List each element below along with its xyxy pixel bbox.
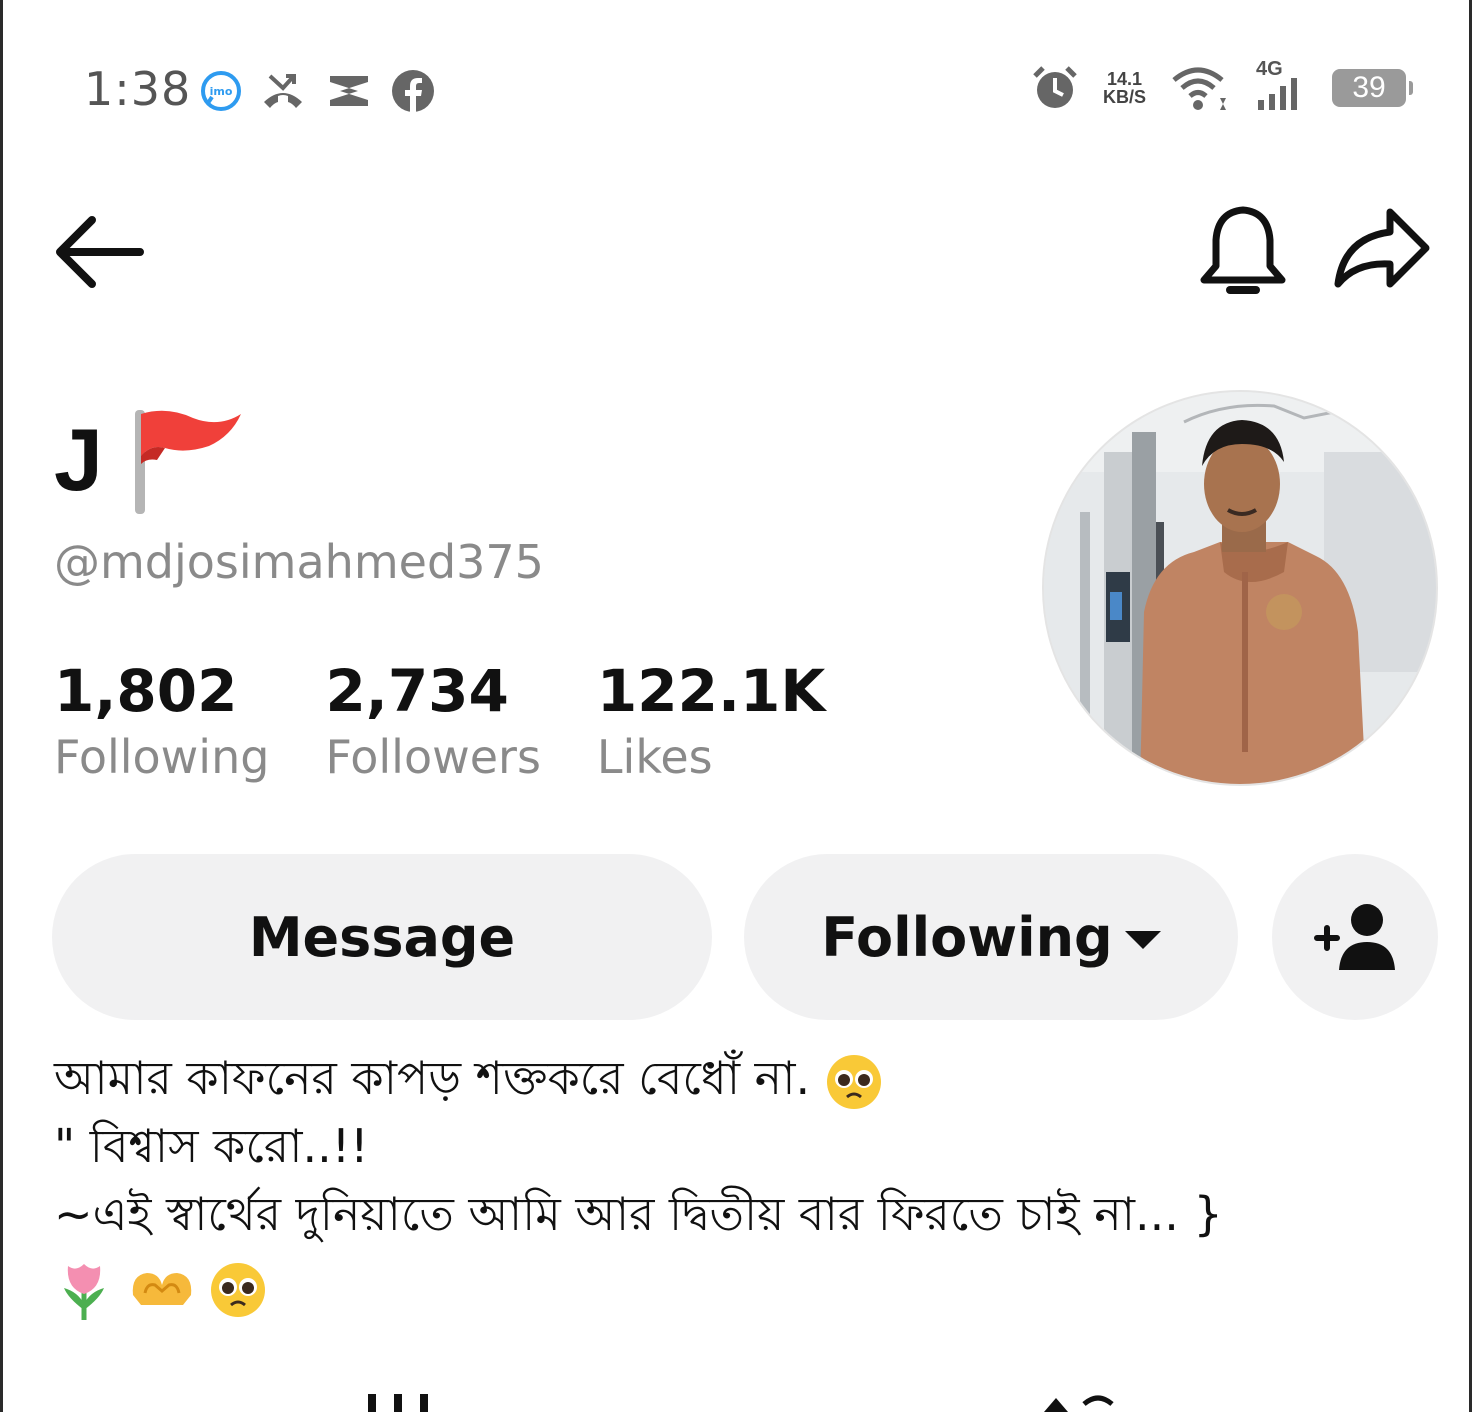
bio-line-4 — [54, 1252, 1434, 1322]
username: @mdjosimahmed375 — [54, 535, 544, 589]
chevron-down-icon — [1124, 931, 1161, 949]
capcut-icon — [330, 76, 368, 106]
followers-count: 2,734 — [325, 657, 509, 725]
following-count: 1,802 — [54, 657, 238, 725]
svg-text:imo: imo — [210, 85, 233, 98]
signal-icon — [1258, 78, 1297, 110]
pleading-face-icon — [211, 1262, 266, 1317]
share-button[interactable] — [1332, 204, 1432, 300]
notifications-button[interactable] — [1196, 204, 1290, 304]
liked-tab-icon[interactable] — [1040, 1390, 1120, 1412]
status-bar: 1:38 imo 14.1 KB/S 4G 39 — [0, 0, 1472, 190]
avatar[interactable] — [1042, 390, 1438, 786]
missed-call-icon — [264, 74, 302, 108]
battery-level: 39 — [1352, 71, 1386, 104]
network-speed-value: 14.1 — [1106, 69, 1143, 89]
status-right: 14.1 KB/S 4G 39 — [1031, 58, 1413, 112]
imo-icon: imo — [201, 71, 241, 111]
facebook-icon — [392, 70, 434, 112]
network-speed: 14.1 KB/S — [1103, 70, 1146, 106]
network-speed-unit: KB/S — [1102, 87, 1146, 107]
profile-stats: 1,802 Following 2,734 Followers 122.1K L… — [54, 655, 881, 787]
videos-tab-icon[interactable] — [364, 1390, 434, 1412]
following-button[interactable]: Following — [744, 854, 1238, 1020]
likes-stat: 122.1K Likes — [597, 655, 825, 787]
battery-icon: 39 — [1332, 69, 1413, 107]
following-button-label: Following — [821, 905, 1113, 969]
notification-icons: imo — [200, 68, 436, 114]
bio-line-2: " বিশ্বাস করো..!! — [54, 1119, 369, 1173]
following-label: Following — [54, 730, 270, 784]
message-button[interactable]: Message — [52, 854, 712, 1020]
red-flag-icon — [134, 410, 241, 514]
bio-line-1: আমার কাফনের কাপড় শক্তকরে বেধোঁ না. — [54, 1044, 1434, 1112]
status-time: 1:38 — [84, 62, 192, 116]
avatar-image — [1044, 392, 1436, 784]
followers-label: Followers — [325, 730, 541, 784]
profile-actions: Message Following — [52, 854, 1438, 1020]
tulip-icon — [64, 1263, 104, 1320]
add-friend-button[interactable] — [1272, 854, 1438, 1020]
display-name: J — [54, 404, 247, 516]
heart-hands-icon — [132, 1272, 191, 1305]
wifi-icon — [1172, 67, 1226, 110]
following-stat[interactable]: 1,802 Following — [54, 655, 269, 787]
add-person-icon — [1314, 904, 1395, 970]
top-nav — [0, 190, 1472, 320]
likes-count: 122.1K — [596, 657, 826, 725]
cellular-signal: 4G — [1254, 58, 1308, 112]
followers-stat[interactable]: 2,734 Followers — [325, 655, 540, 787]
pleading-face-icon — [826, 1054, 881, 1109]
share-icon — [1334, 208, 1430, 288]
alarm-icon — [1033, 66, 1077, 108]
back-arrow-icon — [56, 216, 144, 288]
back-button[interactable] — [52, 212, 144, 296]
display-name-text: J — [54, 410, 103, 509]
bio-line-3: ~এই স্বার্থের দুনিয়াতে আমি আর দ্বিতীয় … — [54, 1187, 1223, 1241]
bell-icon — [1200, 206, 1286, 294]
bio: আমার কাফনের কাপড় শক্তকরে বেধোঁ না. " বি… — [54, 1044, 1434, 1322]
likes-label: Likes — [596, 730, 713, 784]
bio-line-1-text: আমার কাফনের কাপড় শক্তকরে বেধোঁ না. — [54, 1051, 811, 1105]
message-button-label: Message — [248, 905, 516, 969]
